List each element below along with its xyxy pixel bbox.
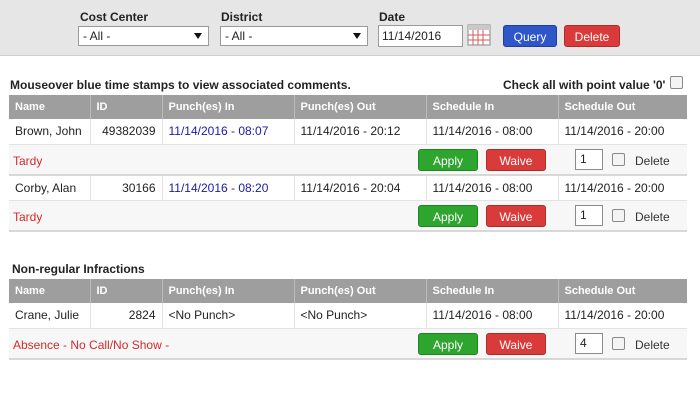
nonregular-table: Name ID Punch(es) In Punch(es) Out Sched…	[9, 279, 687, 360]
district-label: District	[221, 10, 263, 24]
punch-in: <No Punch>	[162, 303, 295, 329]
chevron-down-icon	[194, 33, 202, 39]
calendar-icon[interactable]	[467, 24, 491, 46]
status-label: Absence - No Call/No Show -	[13, 337, 170, 352]
point-value-input[interactable]: 4	[575, 332, 603, 354]
apply-button[interactable]: Apply	[418, 332, 478, 355]
district-select[interactable]: - All -	[220, 26, 368, 46]
schedule-in: 11/14/2016 - 08:00	[426, 175, 559, 201]
table-row: Corby, Alan 30166 11/14/2016 - 08:20 11/…	[9, 175, 687, 201]
col-name: Name	[9, 279, 91, 303]
row-actions-cell: Absence - No Call/No Show - Apply Waive …	[9, 328, 687, 360]
punch-out: 11/14/2016 - 20:12	[294, 119, 427, 145]
col-name: Name	[9, 95, 91, 119]
chevron-down-icon	[353, 33, 361, 39]
nonregular-title: Non-regular Infractions	[12, 262, 145, 276]
col-punch-in: Punch(es) In	[162, 95, 295, 119]
col-punch-out: Punch(es) Out	[294, 95, 427, 119]
schedule-out: 11/14/2016 - 20:00	[558, 175, 687, 201]
delete-label: Delete	[635, 337, 670, 352]
punch-out: 11/14/2016 - 20:04	[294, 175, 427, 201]
table-row: Crane, Julie 2824 <No Punch> <No Punch> …	[9, 303, 687, 329]
apply-button[interactable]: Apply	[418, 204, 478, 227]
table-row-actions: Tardy Apply Waive 1 Delete	[9, 200, 687, 232]
table-row-actions: Absence - No Call/No Show - Apply Waive …	[9, 328, 687, 360]
cost-center-label: Cost Center	[80, 10, 149, 24]
employee-name: Crane, Julie	[9, 303, 91, 329]
cost-center-select[interactable]: - All -	[78, 26, 209, 46]
schedule-out: 11/14/2016 - 20:00	[558, 303, 687, 329]
table-header: Name ID Punch(es) In Punch(es) Out Sched…	[9, 279, 687, 303]
row-actions-cell: Tardy Apply Waive 1 Delete	[9, 144, 687, 176]
cost-center-value: - All -	[83, 29, 111, 43]
table-header: Name ID Punch(es) In Punch(es) Out Sched…	[9, 95, 687, 119]
schedule-in: 11/14/2016 - 08:00	[426, 303, 559, 329]
query-button[interactable]: Query	[503, 25, 557, 47]
date-label: Date	[379, 10, 406, 24]
mouseover-note: Mouseover blue time stamps to view assoc…	[10, 78, 351, 92]
punch-in-timestamp[interactable]: 11/14/2016 - 08:20	[162, 175, 295, 201]
status-label: Tardy	[13, 209, 43, 224]
employee-id: 49382039	[90, 119, 163, 145]
schedule-in: 11/14/2016 - 08:00	[426, 119, 559, 145]
point-value-input[interactable]: 1	[575, 148, 603, 170]
waive-button[interactable]: Waive	[486, 148, 546, 171]
table-row: Brown, John 49382039 11/14/2016 - 08:07 …	[9, 119, 687, 145]
delete-checkbox[interactable]	[612, 208, 625, 222]
check-all-checkbox[interactable]	[670, 76, 683, 89]
date-input[interactable]: 11/14/2016	[378, 25, 463, 47]
check-all-label: Check all with point value '0'	[503, 78, 666, 92]
apply-button[interactable]: Apply	[418, 148, 478, 171]
row-actions-cell: Tardy Apply Waive 1 Delete	[9, 200, 687, 232]
col-id: ID	[90, 279, 163, 303]
col-punch-in: Punch(es) In	[162, 279, 295, 303]
col-id: ID	[90, 95, 163, 119]
delete-checkbox[interactable]	[612, 336, 625, 350]
table-row-actions: Tardy Apply Waive 1 Delete	[9, 144, 687, 176]
filter-bar: Cost Center - All - District - All - Dat…	[0, 0, 700, 56]
district-value: - All -	[225, 29, 253, 43]
col-schedule-out: Schedule Out	[558, 279, 687, 303]
col-schedule-in: Schedule In	[426, 95, 559, 119]
employee-name: Corby, Alan	[9, 175, 91, 201]
status-label: Tardy	[13, 153, 43, 168]
employee-id: 2824	[90, 303, 163, 329]
point-value-input[interactable]: 1	[575, 204, 603, 226]
col-schedule-out: Schedule Out	[558, 95, 687, 119]
employee-name: Brown, John	[9, 119, 91, 145]
punch-in-timestamp[interactable]: 11/14/2016 - 08:07	[162, 119, 295, 145]
punch-out: <No Punch>	[294, 303, 427, 329]
employee-id: 30166	[90, 175, 163, 201]
waive-button[interactable]: Waive	[486, 204, 546, 227]
col-schedule-in: Schedule In	[426, 279, 559, 303]
delete-label: Delete	[635, 153, 670, 168]
waive-button[interactable]: Waive	[486, 332, 546, 355]
delete-checkbox[interactable]	[612, 152, 625, 166]
delete-label: Delete	[635, 209, 670, 224]
delete-button[interactable]: Delete	[564, 25, 620, 47]
col-punch-out: Punch(es) Out	[294, 279, 427, 303]
tardy-table: Name ID Punch(es) In Punch(es) Out Sched…	[9, 95, 687, 232]
schedule-out: 11/14/2016 - 20:00	[558, 119, 687, 145]
